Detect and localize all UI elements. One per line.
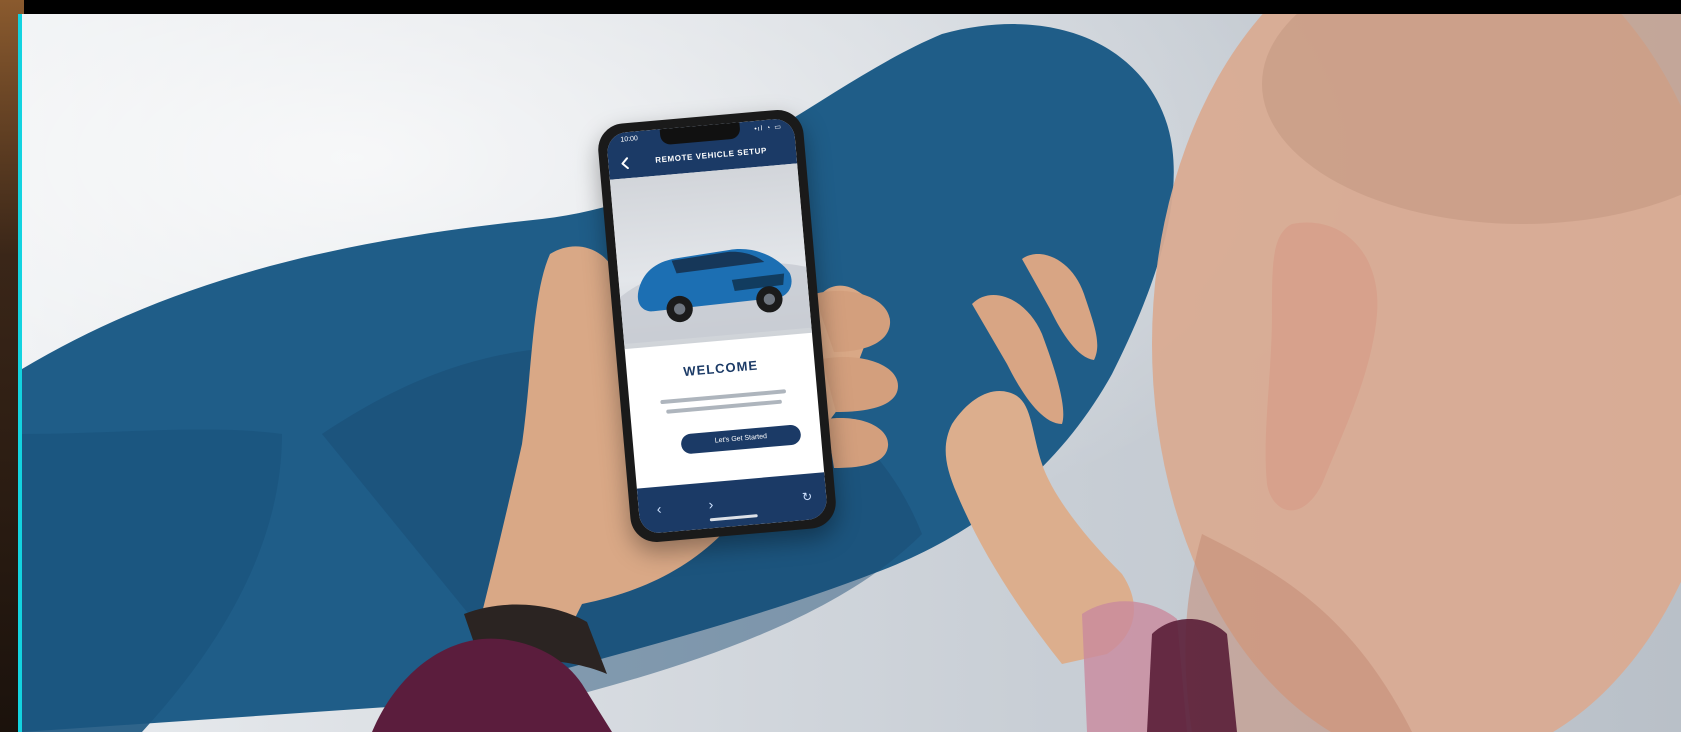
- scene: 10:00 •ıl ◔ ▭ REMOTE VEHICLE SETUP WELCO…: [0, 0, 1681, 732]
- photo-illustration: [22, 14, 1681, 732]
- collar: [1147, 619, 1237, 732]
- photo: 10:00 •ıl ◔ ▭ REMOTE VEHICLE SETUP WELCO…: [22, 14, 1681, 732]
- top-black-bar: [0, 0, 1681, 14]
